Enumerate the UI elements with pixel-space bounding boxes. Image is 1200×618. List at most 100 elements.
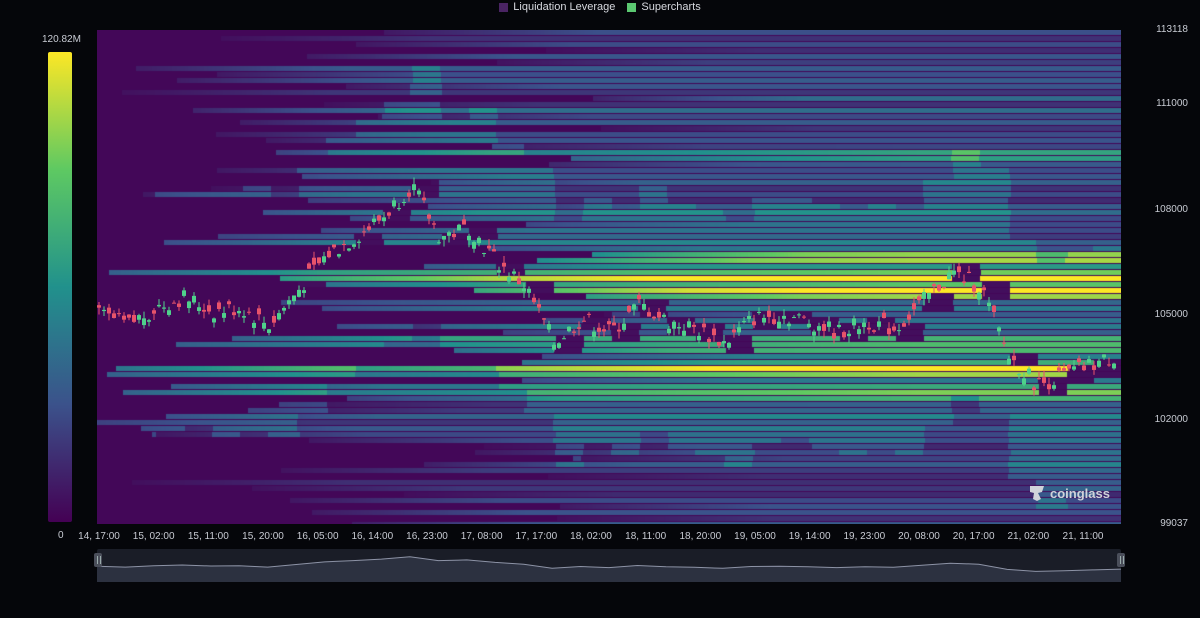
candle-body (842, 332, 846, 338)
candle-body (382, 217, 386, 222)
candle-body (572, 331, 576, 333)
candle-body (457, 224, 461, 231)
x-tick-label: 18, 02:00 (570, 531, 612, 542)
navigator-left-handle[interactable] (94, 553, 102, 567)
y-tick-label: 113118 (1156, 24, 1188, 35)
chart-legend: Liquidation Leverage Supercharts (0, 0, 1200, 14)
candle-body (172, 302, 176, 304)
candle-body (487, 245, 491, 249)
y-tick-label: 99037 (1160, 518, 1188, 529)
candle-body (1012, 355, 1016, 361)
candle-body (952, 270, 956, 275)
candle-body (1102, 354, 1106, 358)
candle-body (947, 272, 951, 280)
candle-body (702, 323, 706, 328)
candle-body (1092, 365, 1096, 370)
candle-body (517, 278, 521, 285)
candle-body (937, 284, 941, 291)
candle-body (667, 328, 671, 334)
candle-body (467, 235, 471, 241)
candle-body (307, 263, 311, 269)
candle-body (1087, 359, 1091, 363)
candle-body (1047, 384, 1051, 390)
candle-body (582, 320, 586, 322)
candle-body (477, 237, 481, 244)
candle-body (437, 242, 441, 244)
candle-body (847, 333, 851, 337)
candle-body (242, 316, 246, 318)
candle-body (567, 326, 571, 332)
candle-body (807, 323, 811, 328)
candle-body (522, 288, 526, 292)
candle-body (782, 315, 786, 319)
candle-body (97, 305, 101, 308)
candle-body (302, 290, 306, 293)
x-tick-label: 18, 20:00 (679, 531, 722, 542)
candle-body (262, 322, 266, 329)
candle-body (817, 326, 821, 331)
candle-body (422, 197, 426, 201)
range-navigator[interactable] (96, 549, 1122, 582)
y-tick-label: 102000 (1154, 414, 1188, 426)
candle-body (897, 330, 901, 332)
candle-body (402, 202, 406, 204)
candle-body (432, 223, 436, 225)
colorbar-max-label: 120.82M (42, 34, 81, 45)
candle-body (877, 321, 881, 327)
candle-body (812, 331, 816, 336)
candle-body (312, 257, 316, 265)
candle-body (722, 341, 726, 344)
candle-body (1007, 358, 1011, 365)
candle-body (182, 290, 186, 296)
candle-body (392, 200, 396, 207)
candle-body (482, 253, 486, 255)
candle-body (217, 302, 221, 309)
candle-body (742, 321, 746, 323)
candle-body (132, 314, 136, 322)
candle-body (862, 322, 866, 328)
candle-body (777, 321, 781, 329)
x-tick-label: 19, 05:00 (734, 531, 776, 542)
candle-body (1107, 364, 1111, 366)
candle-body (297, 289, 301, 297)
candle-body (867, 327, 871, 330)
candle-body (327, 250, 331, 258)
candle-body (822, 324, 826, 331)
candle-body (397, 208, 401, 210)
candle-body (227, 301, 231, 305)
candle-body (587, 313, 591, 315)
candle-body (512, 271, 516, 274)
candle-body (372, 218, 376, 223)
candle-body (257, 308, 261, 315)
candle-body (607, 321, 611, 325)
candle-body (1042, 377, 1046, 383)
candle-body (992, 305, 996, 312)
x-tick-label: 16, 23:00 (406, 531, 448, 542)
candle-body (957, 266, 961, 273)
candle-body (972, 285, 976, 292)
legend-item-supercharts[interactable]: Supercharts (627, 0, 701, 14)
candle-body (407, 192, 411, 197)
candle-body (367, 226, 371, 230)
x-tick-label: 17, 08:00 (460, 531, 503, 542)
candle-body (997, 327, 1001, 332)
legend-item-liquidation-leverage[interactable]: Liquidation Leverage (499, 0, 615, 14)
candle-body (237, 310, 241, 314)
candle-body (627, 305, 631, 312)
x-tick-label: 15, 02:00 (132, 531, 175, 542)
candle-body (197, 307, 201, 311)
candle-body (792, 317, 796, 319)
candle-body (247, 311, 251, 313)
candle-body (552, 344, 556, 350)
candle-body (1067, 364, 1071, 369)
candle-body (362, 231, 366, 233)
candle-body (207, 305, 211, 312)
x-tick-label: 15, 20:00 (242, 531, 284, 542)
candle-body (692, 324, 696, 327)
candle-body (612, 322, 616, 326)
candle-body (977, 292, 981, 300)
navigator-right-handle[interactable] (1117, 553, 1125, 567)
candle-body (452, 234, 456, 238)
candle-body (152, 310, 156, 314)
candle-body (497, 270, 501, 273)
